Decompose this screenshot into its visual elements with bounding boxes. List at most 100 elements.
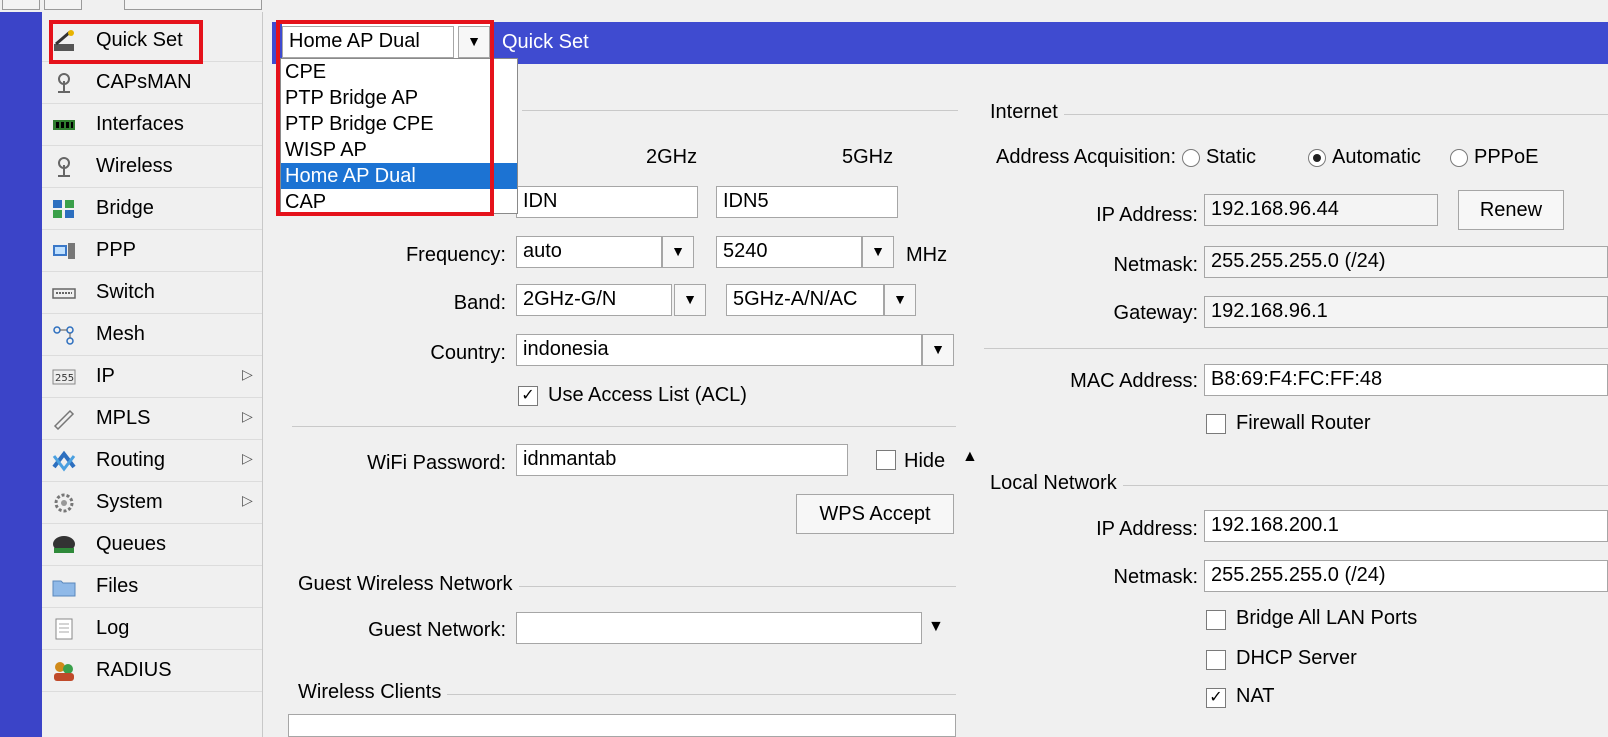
submenu-arrow-icon: ▷	[242, 450, 253, 466]
sidebar-item-label: Switch	[96, 281, 155, 303]
internet-ip-field: 192.168.96.44	[1204, 194, 1438, 226]
dhcp-server-checkbox[interactable]	[1206, 650, 1226, 670]
interfaces-icon	[52, 114, 76, 136]
guest-network-select[interactable]	[516, 612, 922, 644]
sidebar-item-queues[interactable]: Queues	[42, 524, 262, 566]
internet-section-title: Internet	[984, 101, 1064, 124]
firewall-router-checkbox[interactable]	[1206, 414, 1226, 434]
collapse-up-icon[interactable]: ▲	[962, 448, 978, 466]
sidebar-item-label: Wireless	[96, 155, 173, 177]
sidebar-item-label: Interfaces	[96, 113, 184, 135]
local-network-section-title: Local Network	[984, 472, 1123, 495]
top-toolbar	[0, 0, 1608, 12]
acquisition-option-label: Automatic	[1332, 146, 1421, 168]
renew-button[interactable]: Renew	[1458, 190, 1564, 230]
wireless-clients-table[interactable]	[288, 714, 956, 737]
local-ip-input[interactable]: 192.168.200.1	[1204, 510, 1608, 542]
acquisition-automatic-radio[interactable]	[1308, 149, 1326, 167]
switch-icon	[52, 282, 76, 304]
wireless-clients-section-title: Wireless Clients	[292, 681, 448, 704]
acl-label: Use Access List (ACL)	[548, 384, 747, 406]
sidebar-item-log[interactable]: Log	[42, 608, 262, 650]
queues-icon	[52, 534, 76, 556]
sidebar-item-label: Routing	[96, 449, 165, 471]
acquisition-static-radio[interactable]	[1182, 149, 1200, 167]
internet-netmask-field: 255.255.255.0 (/24)	[1204, 246, 1608, 278]
sidebar-item-radius[interactable]: RADIUS	[42, 650, 262, 692]
sidebar-item-switch[interactable]: Switch	[42, 272, 262, 314]
quick-set-highlight	[49, 20, 203, 64]
sidebar-item-bridge[interactable]: Bridge	[42, 188, 262, 230]
chevron-down-icon[interactable]: ▼	[922, 334, 954, 366]
acl-checkbox[interactable]: ✓	[518, 386, 538, 406]
internet-ip-label: IP Address:	[1096, 204, 1198, 226]
address-acquisition-label: Address Acquisition:	[996, 146, 1177, 168]
wifi-password-label: WiFi Password:	[367, 452, 506, 474]
routing-icon	[52, 450, 76, 472]
column-header-2ghz: 2GHz	[646, 146, 698, 168]
sidebar-item-label: Bridge	[96, 197, 154, 219]
band-2ghz-select[interactable]: 2GHz-G/N	[516, 284, 672, 316]
frequency-5ghz-select[interactable]: 5240	[716, 236, 862, 268]
acquisition-pppoe-radio[interactable]	[1450, 149, 1468, 167]
chevron-down-icon[interactable]: ▼	[884, 284, 916, 316]
sidebar-item-mesh[interactable]: Mesh	[42, 314, 262, 356]
band-5ghz-select[interactable]: 5GHz-A/N/AC	[726, 284, 884, 316]
firewall-router-label: Firewall Router	[1236, 412, 1371, 434]
sidebar-item-routing[interactable]: Routing ▷	[42, 440, 262, 482]
bridge-all-lan-checkbox[interactable]	[1206, 610, 1226, 630]
wps-accept-button[interactable]: WPS Accept	[796, 494, 954, 534]
band-label: Band:	[453, 292, 506, 314]
submenu-arrow-icon: ▷	[242, 492, 253, 508]
acquisition-option-label: Static	[1206, 146, 1257, 168]
guest-network-label: Guest Network:	[368, 619, 506, 641]
ppp-icon	[52, 240, 76, 262]
chevron-down-icon[interactable]: ▼	[674, 284, 706, 316]
local-netmask-input[interactable]: 255.255.255.0 (/24)	[1204, 560, 1608, 592]
column-header-5ghz: 5GHz	[842, 146, 894, 168]
sidebar-item-mpls[interactable]: MPLS ▷	[42, 398, 262, 440]
chevron-down-icon[interactable]: ▼	[862, 236, 894, 268]
sidebar-item-label: MPLS	[96, 407, 151, 429]
sidebar-item-label: Files	[96, 575, 139, 597]
system-gear-icon	[52, 492, 76, 514]
section-divider	[984, 348, 1608, 349]
chevron-down-icon[interactable]: ▼	[662, 236, 694, 268]
folder-icon	[52, 576, 76, 598]
ssid-2ghz-input[interactable]: IDN	[516, 186, 698, 218]
country-label: Country:	[430, 342, 506, 364]
sidebar-item-ip[interactable]: 255 IP ▷	[42, 356, 262, 398]
sidebar-item-wireless[interactable]: Wireless	[42, 146, 262, 188]
sidebar-item-more[interactable]	[42, 692, 262, 734]
chevron-down-icon[interactable]: ▼	[928, 618, 944, 636]
sidebar-item-capsman[interactable]: CAPsMAN	[42, 62, 262, 104]
sidebar-item-label: System	[96, 491, 163, 513]
wifi-password-input[interactable]: idnmantab	[516, 444, 848, 476]
antenna-icon	[52, 72, 76, 94]
sidebar-item-interfaces[interactable]: Interfaces	[42, 104, 262, 146]
toolbar-back-button[interactable]	[2, 0, 40, 10]
toolbar-forward-button[interactable]	[44, 0, 82, 10]
country-select[interactable]: indonesia	[516, 334, 922, 366]
radius-users-icon	[52, 660, 76, 682]
mac-address-label: MAC Address:	[1070, 370, 1198, 392]
ssid-5ghz-input[interactable]: IDN5	[716, 186, 898, 218]
internet-netmask-label: Netmask:	[1113, 254, 1198, 276]
hide-label: Hide	[904, 450, 946, 472]
sidebar-item-files[interactable]: Files	[42, 566, 262, 608]
dhcp-server-label: DHCP Server	[1236, 647, 1357, 669]
ip-icon: 255	[52, 366, 76, 388]
toolbar-field[interactable]	[124, 0, 262, 10]
submenu-arrow-icon: ▷	[242, 366, 253, 382]
hide-checkbox[interactable]	[876, 450, 896, 470]
frequency-label: Frequency:	[405, 244, 506, 266]
sidebar-item-system[interactable]: System ▷	[42, 482, 262, 524]
window-title: Quick Set	[502, 31, 589, 53]
sidebar-item-label: Log	[96, 617, 130, 639]
frequency-2ghz-select[interactable]: auto	[516, 236, 662, 268]
sidebar-item-ppp[interactable]: PPP	[42, 230, 262, 272]
nat-checkbox[interactable]: ✓	[1206, 688, 1226, 708]
section-divider	[522, 110, 958, 111]
sidebar-item-label: PPP	[96, 239, 137, 261]
mac-address-input[interactable]: B8:69:F4:FC:FF:48	[1204, 364, 1608, 396]
